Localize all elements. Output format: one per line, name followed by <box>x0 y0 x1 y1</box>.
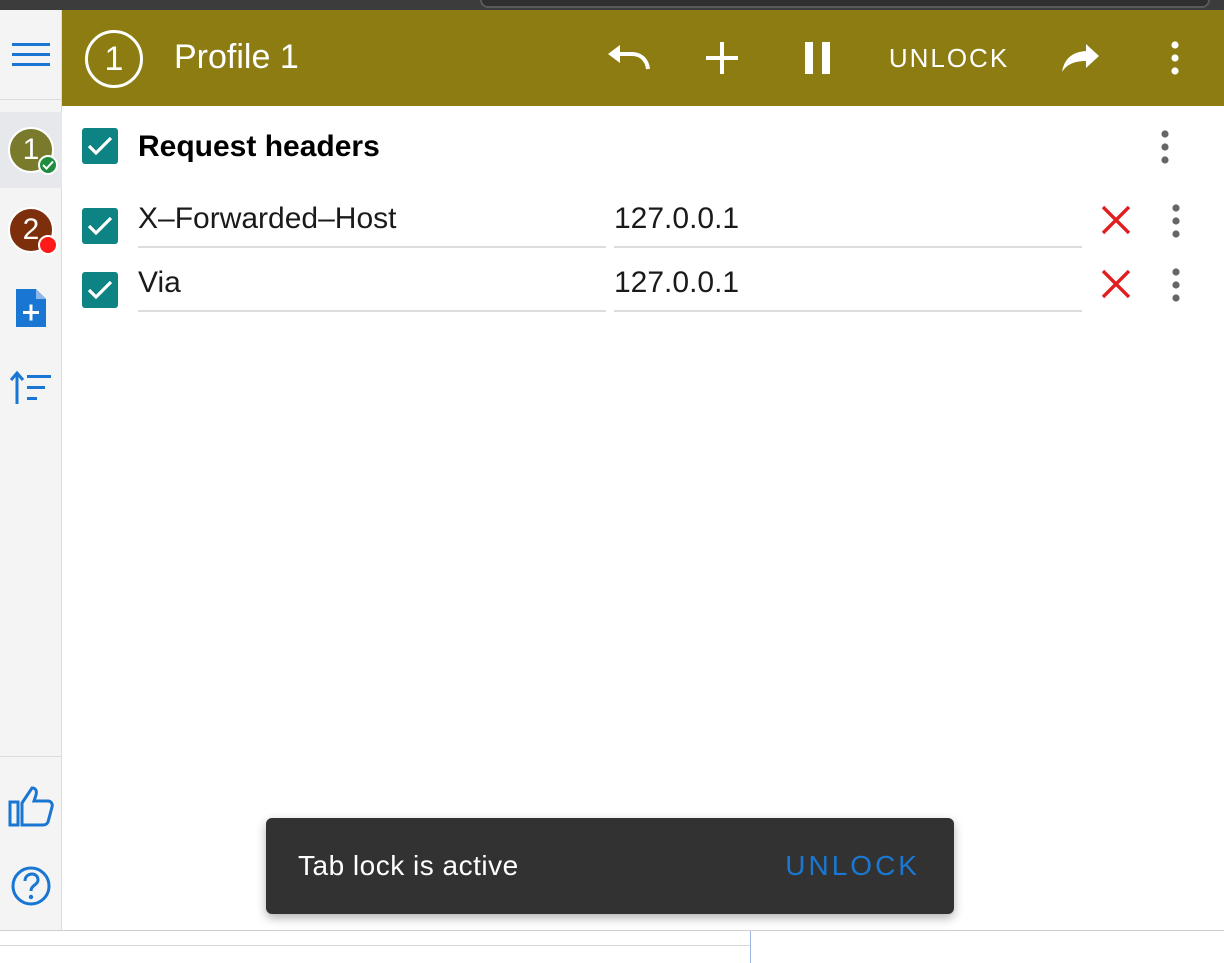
snackbar-message: Tab lock is active <box>298 850 519 881</box>
pause-icon <box>805 42 830 74</box>
profile-avatar-2: 2 <box>8 207 58 255</box>
snackbar: Tab lock is active UNLOCK <box>266 818 954 914</box>
add-header-button[interactable] <box>696 32 748 84</box>
divider <box>750 931 751 963</box>
close-icon <box>1101 269 1131 299</box>
sort-icon <box>10 370 51 404</box>
snackbar-unlock-button[interactable]: UNLOCK <box>785 850 920 882</box>
header-value-field[interactable]: 127.0.0.1 <box>614 198 1082 248</box>
share-button[interactable] <box>1054 32 1106 84</box>
browser-tab-shape <box>480 0 1210 8</box>
check-icon <box>87 280 113 300</box>
check-status-icon <box>38 155 58 175</box>
sidebar-divider <box>0 756 62 757</box>
page-title[interactable]: Profile 1 <box>174 38 299 77</box>
share-icon <box>1062 44 1099 72</box>
delete-header-button[interactable] <box>1096 200 1136 240</box>
header-row-menu-button[interactable] <box>1161 262 1191 308</box>
delete-header-button[interactable] <box>1096 264 1136 304</box>
divider <box>0 945 750 946</box>
profile-avatar-number: 1 <box>22 133 40 166</box>
kebab-menu-icon <box>1161 130 1169 164</box>
help-button[interactable] <box>0 856 62 916</box>
browser-top-strip <box>0 0 1224 10</box>
main-content: Request headers X–Forwarded–Host 127.0.0… <box>62 106 1224 930</box>
header-row-checkbox[interactable] <box>82 272 118 308</box>
sidebar-profile-1[interactable]: 1 <box>0 112 62 188</box>
kebab-menu-icon <box>1172 268 1180 302</box>
header-row-checkbox[interactable] <box>82 208 118 244</box>
sort-profiles-button[interactable] <box>0 358 62 418</box>
profile-avatar-number: 2 <box>22 213 40 246</box>
browser-bottom-strip <box>0 930 1224 963</box>
undo-icon <box>608 45 650 70</box>
header-row-menu-button[interactable] <box>1161 198 1191 244</box>
help-icon <box>11 866 51 906</box>
plus-icon <box>706 42 738 74</box>
check-icon <box>87 216 113 236</box>
sidebar: 1 2 <box>0 10 62 930</box>
kebab-menu-icon <box>1172 204 1180 238</box>
undo-button[interactable] <box>600 32 656 84</box>
kebab-menu-icon <box>1171 41 1179 75</box>
rate-button[interactable] <box>0 776 62 836</box>
sidebar-profile-2[interactable]: 2 <box>0 192 62 268</box>
profile-number-badge: 1 <box>85 30 143 88</box>
profile-avatar-1: 1 <box>8 127 58 175</box>
add-file-icon <box>16 289 46 327</box>
unlock-button[interactable]: UNLOCK <box>880 32 1018 84</box>
group-title: Request headers <box>138 130 380 163</box>
pause-button[interactable] <box>792 32 844 84</box>
menu-icon <box>12 42 50 66</box>
add-profile-button[interactable] <box>0 278 62 338</box>
red-dot-status-icon <box>38 235 58 255</box>
group-enable-checkbox[interactable] <box>82 128 118 164</box>
menu-button[interactable] <box>0 10 62 100</box>
group-menu-button[interactable] <box>1150 124 1180 170</box>
check-icon <box>87 136 113 156</box>
app-header: 1 Profile 1 UNLOCK <box>62 10 1224 106</box>
more-options-button[interactable] <box>1160 32 1190 84</box>
header-name-field[interactable]: X–Forwarded–Host <box>138 198 606 248</box>
close-icon <box>1101 205 1131 235</box>
thumbs-up-icon <box>8 786 54 827</box>
header-name-field[interactable]: Via <box>138 262 606 312</box>
header-value-field[interactable]: 127.0.0.1 <box>614 262 1082 312</box>
